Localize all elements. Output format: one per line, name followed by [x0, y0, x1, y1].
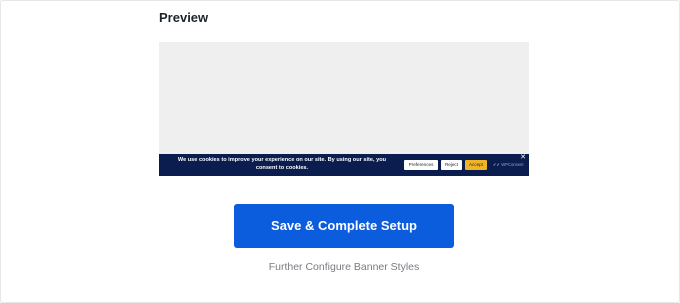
brand-logo-label: WPConsent	[501, 162, 524, 167]
cookie-banner-message: We use cookies to improve your experienc…	[177, 157, 387, 171]
cookie-banner: We use cookies to improve your experienc…	[159, 154, 529, 176]
close-icon[interactable]: ✕	[520, 154, 526, 162]
save-complete-setup-button[interactable]: Save & Complete Setup	[234, 204, 454, 248]
accept-button[interactable]: Accept	[465, 160, 487, 170]
reject-button[interactable]: Reject	[441, 160, 462, 170]
banner-preview: We use cookies to improve your experienc…	[159, 42, 529, 176]
setup-card: Preview We use cookies to improve your e…	[0, 0, 680, 303]
brand-logo: ✓✓ WPConsent	[493, 162, 524, 168]
preview-heading: Preview	[159, 10, 209, 25]
brand-logo-icon: ✓✓	[493, 162, 501, 167]
preferences-button[interactable]: Preferences	[404, 160, 438, 170]
configure-banner-styles-link[interactable]: Further Configure Banner Styles	[234, 261, 454, 273]
